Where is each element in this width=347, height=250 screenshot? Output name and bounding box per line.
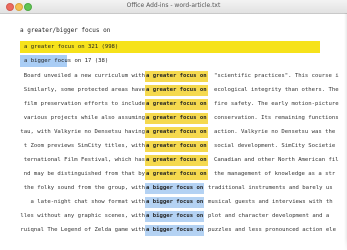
context-before: various projects while also assuming [23,115,145,121]
context-after: the management of knowledge as a str [214,171,336,177]
highlighted-match: a greater focus on [145,155,208,166]
context-after: ecological integrity than others. The [214,87,339,93]
context-after: fire safety. The early motion-picture [214,101,339,107]
result-line[interactable]: ruiqnal The Legend of Zelda game with a … [0,225,347,236]
highlighted-match: a greater focus on [145,127,208,138]
highlighted-match: a bigger focus on [145,211,205,222]
context-before: lles without any graphic scenes, with [20,213,145,219]
context-before: Similarly, some protected areas have [23,87,145,93]
result-line[interactable]: film preservation efforts to include a g… [0,99,347,110]
result-line[interactable]: the folky sound from the group, with a b… [0,183,347,194]
context-after: "scientific practices". This course i [214,73,339,79]
window-title: Office Add-ins - word-article.txt [126,2,221,9]
result-line[interactable]: a late-night chat show format with a big… [0,197,347,208]
context-after: musical guests and interviews with th [208,199,333,205]
context-before: a late-night chat show format with [30,199,145,205]
result-line[interactable]: tau, with Valkyrie no Densetsu having a … [0,127,347,138]
context-after: social development. SimCity Societie [214,143,336,149]
result-line[interactable]: various projects while also assuming a g… [0,113,347,124]
highlighted-match: a greater focus on [145,99,208,110]
context-before: t Zoom previews SimCity titles, with [23,143,145,149]
context-before: ruiqnal The Legend of Zelda game with [20,227,145,233]
context-before: film preservation efforts to include [23,101,145,107]
match-option-label: a greater focus on 321 (998) [24,44,119,50]
context-before: ternational Film Festival, which has [23,157,145,163]
bottom-fade [0,238,347,250]
result-line[interactable]: Similarly, some protected areas have a g… [0,85,347,96]
context-before: the folky sound from the group, with [23,185,145,191]
highlighted-match: a greater focus on [145,169,208,180]
title-bar: Office Add-ins - word-article.txt [0,0,347,14]
context-after: action. Valkyrie no Densetsu was the [214,129,336,135]
context-after: Canadian and other North American fil [214,157,339,163]
context-after: traditional instruments and barely us [208,185,333,191]
context-before: Board unveiled a new curriculum with [23,73,145,79]
highlighted-match: a greater focus on [145,85,208,96]
highlighted-match: a bigger focus on [145,197,205,208]
result-line[interactable]: lles without any graphic scenes, with a … [0,211,347,222]
search-query[interactable]: a greater/bigger focus on [20,27,110,34]
highlighted-match: a greater focus on [145,71,208,82]
result-line[interactable]: ternational Film Festival, which has a g… [0,155,347,166]
highlighted-match: a bigger focus on [145,183,205,194]
context-before: nd may be distinguished from that by [23,171,145,177]
context-after: plot and character development and a [208,213,330,219]
match-option-label: a bigger focus on 17 (38) [24,58,109,64]
match-option-bigger[interactable]: a bigger focus on 17 (38) [20,55,108,67]
context-after: conservation. Its remaining functions [214,115,339,121]
context-after: puzzles and less pronounced action ele [208,227,336,233]
app-window: Office Add-ins - word-article.txt a grea… [0,0,347,250]
result-line[interactable]: Board unveiled a new curriculum with a g… [0,71,347,82]
highlighted-match: a greater focus on [145,113,208,124]
match-option-greater[interactable]: a greater focus on 321 (998) [20,41,320,53]
highlighted-match: a greater focus on [145,141,208,152]
result-line[interactable]: nd may be distinguished from that by a g… [0,169,347,180]
result-line[interactable]: t Zoom previews SimCity titles, with a g… [0,141,347,152]
context-before: tau, with Valkyrie no Densetsu having [20,129,145,135]
highlighted-match: a bigger focus on [145,225,205,236]
